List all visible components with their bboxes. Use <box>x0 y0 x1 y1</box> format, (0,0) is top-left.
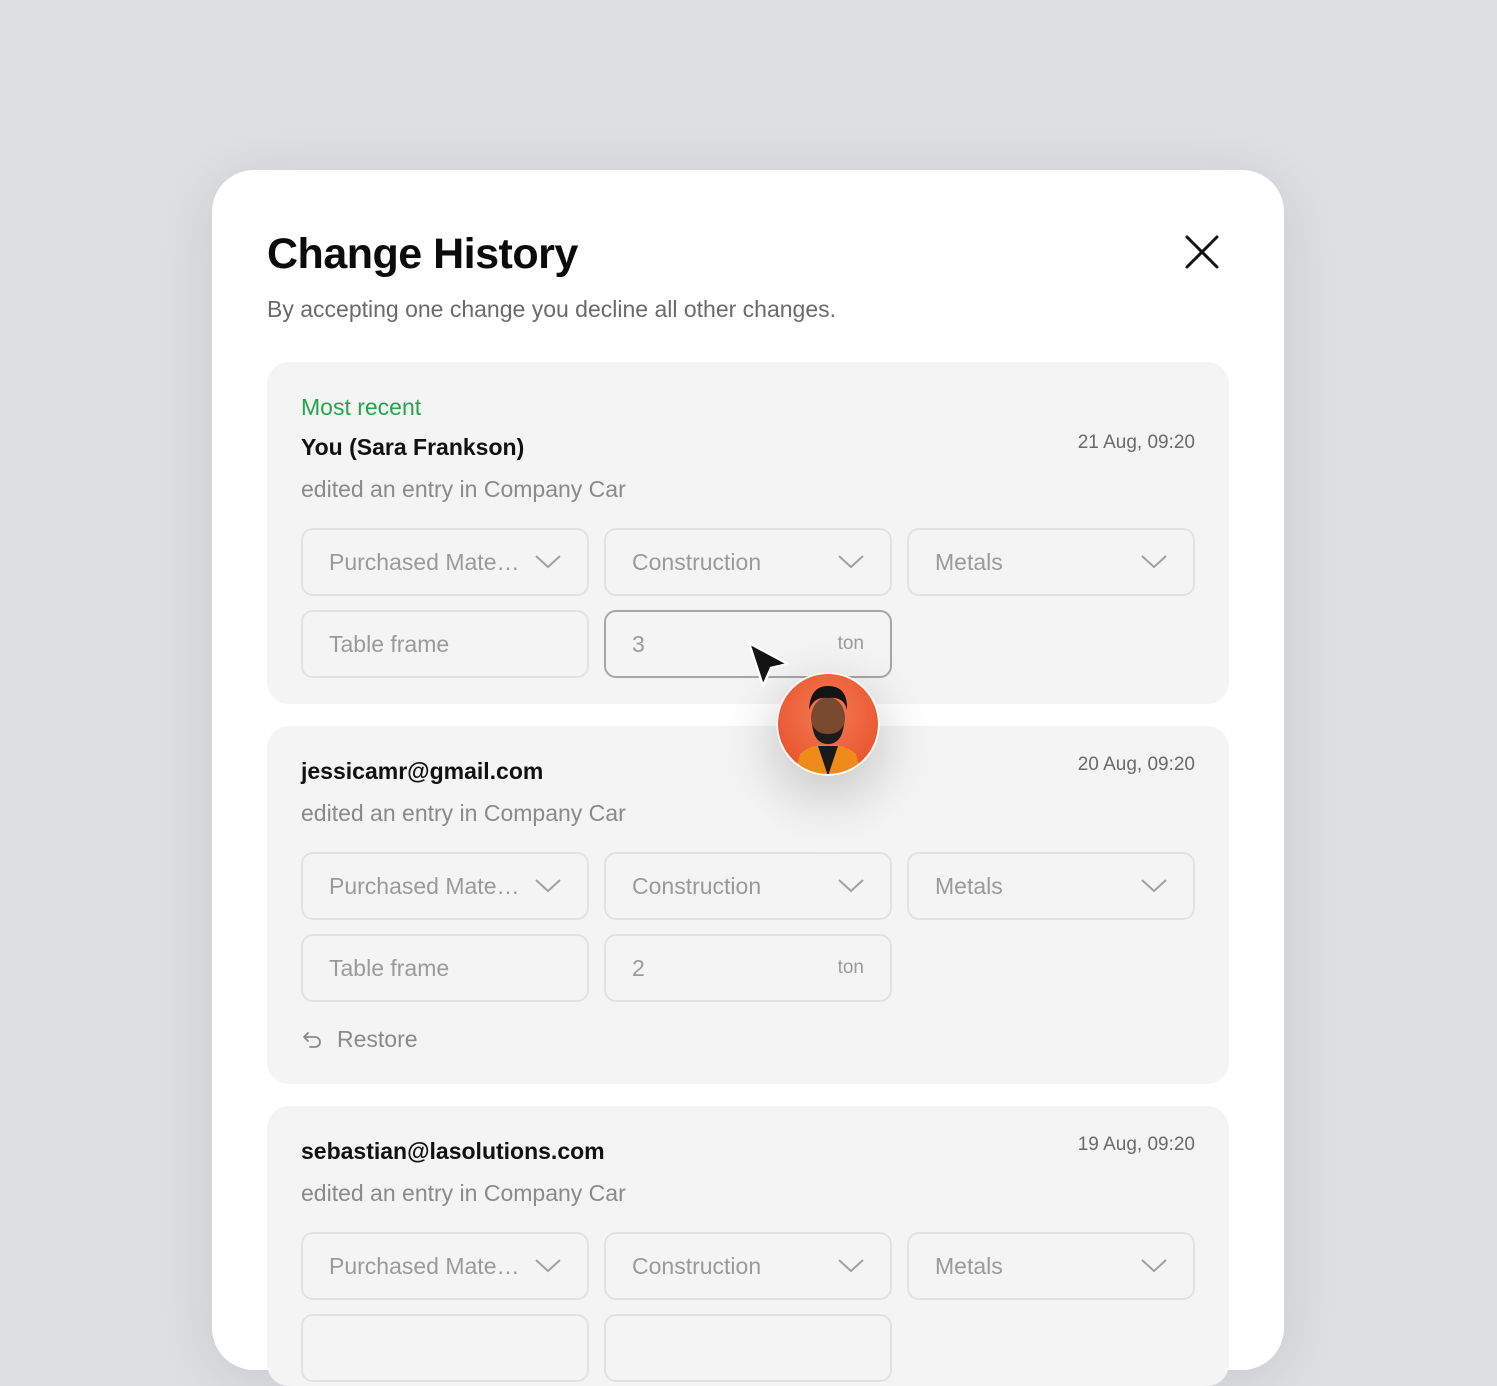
entry-action: edited an entry in Company Car <box>301 476 626 502</box>
chevron-down-icon <box>838 1259 864 1273</box>
avatar <box>776 672 880 776</box>
material-value: Metals <box>935 872 1003 899</box>
quantity-value: 2 <box>632 954 645 981</box>
subcategory-select[interactable]: Construction <box>604 1232 892 1300</box>
category-select[interactable]: Purchased Mate… <box>301 852 589 920</box>
item-field[interactable] <box>301 1314 589 1382</box>
chevron-down-icon <box>1141 879 1167 893</box>
material-select[interactable]: Metals <box>907 528 1195 596</box>
quantity-field[interactable]: 2 ton <box>604 934 892 1002</box>
item-field[interactable]: Table frame <box>301 610 589 678</box>
entry-author: jessicamr@gmail.com <box>301 758 544 784</box>
quantity-field[interactable] <box>604 1314 892 1382</box>
subcategory-select[interactable]: Construction <box>604 852 892 920</box>
entry-timestamp: 21 Aug, 09:20 <box>1077 432 1195 453</box>
category-select[interactable]: Purchased Mate… <box>301 1232 589 1300</box>
quantity-value: 3 <box>632 630 645 657</box>
unit-label: ton <box>837 633 864 654</box>
material-select[interactable]: Metals <box>907 1232 1195 1300</box>
subcategory-value: Construction <box>632 1252 762 1279</box>
subcategory-value: Construction <box>632 548 762 575</box>
chevron-down-icon <box>1141 555 1167 569</box>
mouse-cursor-icon <box>747 641 790 688</box>
subcategory-select[interactable]: Construction <box>604 528 892 596</box>
history-entry: sebastian@lasolutions.com 19 Aug, 09:20 … <box>267 1106 1229 1386</box>
close-icon[interactable] <box>1182 232 1222 272</box>
category-value: Purchased Mate… <box>329 548 520 575</box>
modal-title: Change History <box>267 230 578 278</box>
unit-label: ton <box>837 957 864 978</box>
modal-subtitle: By accepting one change you decline all … <box>267 296 837 322</box>
chevron-down-icon <box>1141 1259 1167 1273</box>
entry-author: You (Sara Frankson) <box>301 434 525 460</box>
restore-label: Restore <box>337 1026 418 1052</box>
chevron-down-icon <box>838 555 864 569</box>
entry-timestamp: 19 Aug, 09:20 <box>1077 1134 1195 1155</box>
chevron-down-icon <box>838 879 864 893</box>
material-value: Metals <box>935 1252 1003 1279</box>
history-entry: jessicamr@gmail.com 20 Aug, 09:20 edited… <box>267 726 1229 1084</box>
item-value: Table frame <box>329 954 450 981</box>
undo-icon <box>303 1031 321 1048</box>
category-select[interactable]: Purchased Mate… <box>301 528 589 596</box>
chevron-down-icon <box>535 879 561 893</box>
chevron-down-icon <box>535 1259 561 1273</box>
item-value: Table frame <box>329 630 450 657</box>
subcategory-value: Construction <box>632 872 762 899</box>
most-recent-badge: Most recent <box>301 394 422 420</box>
item-field[interactable]: Table frame <box>301 934 589 1002</box>
entry-author: sebastian@lasolutions.com <box>301 1138 605 1164</box>
category-value: Purchased Mate… <box>329 872 520 899</box>
change-history-modal: Change History By accepting one change y… <box>212 170 1284 1386</box>
material-select[interactable]: Metals <box>907 852 1195 920</box>
entry-action: edited an entry in Company Car <box>301 800 626 826</box>
entry-action: edited an entry in Company Car <box>301 1180 626 1206</box>
restore-button[interactable]: Restore <box>301 1026 418 1053</box>
material-value: Metals <box>935 548 1003 575</box>
chevron-down-icon <box>535 555 561 569</box>
category-value: Purchased Mate… <box>329 1252 520 1279</box>
entry-timestamp: 20 Aug, 09:20 <box>1077 754 1195 775</box>
